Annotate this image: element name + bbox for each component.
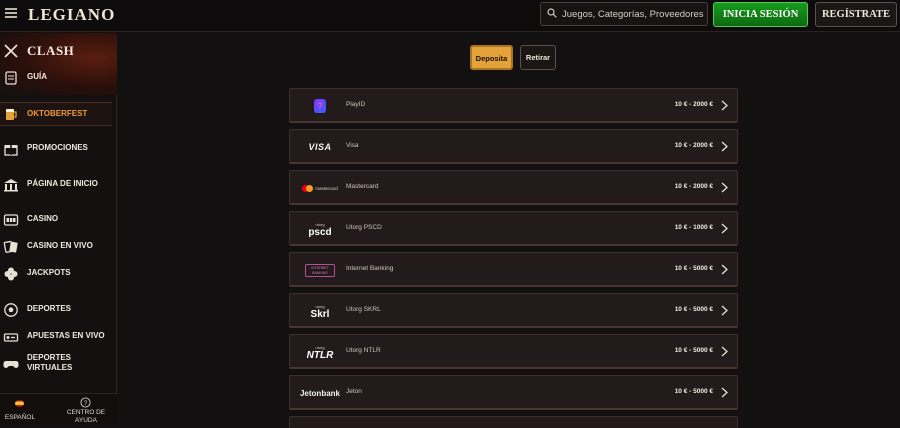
cashier-panel: Deposita Retirar ? PlayID 10 € - 2000 € …: [118, 33, 900, 428]
pscd-logo: utorg pscd: [308, 222, 332, 238]
gift-icon: [4, 145, 18, 156]
payment-method-mastercard[interactable]: mastercard Mastercard 10 € - 2000 €: [289, 170, 738, 205]
payment-method-name: PlayID: [346, 101, 366, 108]
beer-mug-icon: [6, 109, 17, 120]
payment-method-range: 10 € - 5000 €: [674, 347, 713, 354]
sidebar-item-jackpots[interactable]: JACKPOTS: [0, 263, 117, 285]
chevron-right-icon: [721, 182, 728, 193]
payment-method-name: Utorg PSCD: [346, 224, 382, 231]
payment-method-visa[interactable]: VISA Visa 10 € - 2000 €: [289, 129, 738, 164]
top-bar: LEGIANO INICIA SESIÓN REGÍSTRATE: [0, 0, 900, 32]
payment-method-name: Utorg NTLR: [346, 347, 381, 354]
payment-method-range: 10 € - 2000 €: [674, 183, 713, 190]
language-label: ESPAÑOL: [4, 414, 36, 421]
skrill-logo: utorg Skrl: [310, 304, 330, 320]
clover-icon: [4, 267, 18, 281]
sidebar-item-label: PROMOCIONES: [27, 143, 88, 152]
chevron-right-icon: [721, 141, 728, 152]
payment-method-playid[interactable]: ? PlayID 10 € - 2000 €: [289, 88, 738, 123]
payment-method-range: 10 € - 2000 €: [674, 142, 713, 149]
payment-method-jeton[interactable]: Jetonbank Jeton 10 € - 5000 €: [289, 375, 738, 410]
sidebar-item-inicio[interactable]: PÁGINA DE INICIO: [0, 174, 117, 196]
tab-withdraw[interactable]: Retirar: [520, 45, 556, 70]
payment-method-name: Jeton: [346, 388, 362, 395]
payment-method-next[interactable]: [289, 416, 738, 428]
sidebar-item-label: GUÍA: [27, 72, 47, 81]
sidebar-item-label: CASINO: [27, 214, 59, 223]
payment-method-range: 10 € - 5000 €: [674, 388, 713, 395]
help-center-label: CENTRO DE AYUDA: [66, 409, 106, 424]
mastercard-logo: mastercard: [298, 177, 342, 199]
sidebar-item-label: APUESTAS EN VIVO: [27, 331, 105, 340]
payment-method-name: Internet Banking: [346, 265, 394, 272]
neteller-logo: utorg NTLR: [306, 345, 334, 361]
login-button[interactable]: INICIA SESIÓN: [713, 2, 808, 27]
visa-logo: VISA: [308, 142, 332, 152]
payment-method-internet-banking[interactable]: INTERNET BANKING Internet Banking 10 € -…: [289, 252, 738, 287]
sidebar-item-casino[interactable]: CASINO: [0, 209, 117, 231]
payment-method-name: Mastercard: [346, 183, 379, 190]
sidebar-item-oktoberfest[interactable]: OKTOBERFEST: [0, 102, 112, 126]
tab-deposit[interactable]: Deposita: [470, 45, 513, 70]
payment-method-range: 10 € - 5000 €: [674, 265, 713, 272]
sidebar-item-guia[interactable]: GUÍA: [0, 67, 117, 89]
sidebar-footer: ESPAÑOL ? CENTRO DE AYUDA: [0, 393, 117, 424]
search-input[interactable]: [562, 6, 704, 22]
sidebar-item-promociones[interactable]: PROMOCIONES: [0, 138, 117, 160]
sidebar-item-deportes-virtuales[interactable]: DEPORTES VIRTUALES: [0, 353, 117, 377]
crossed-swords-icon: [4, 44, 18, 58]
chevron-right-icon: [721, 100, 728, 111]
language-selector[interactable]: ESPAÑOL: [0, 394, 40, 425]
internet-banking-logo: INTERNET BANKING: [298, 259, 342, 281]
sidebar-item-label: OKTOBERFEST: [27, 109, 88, 118]
soccer-ball-icon: [4, 303, 18, 317]
sidebar-item-deportes[interactable]: DEPORTES: [0, 299, 117, 321]
jetonbank-logo: Jetonbank: [299, 388, 340, 398]
chevron-right-icon: [721, 223, 728, 234]
payment-method-name: Visa: [346, 142, 359, 149]
chevron-right-icon: [721, 264, 728, 275]
payment-method-name: Utorg SKRL: [346, 306, 381, 313]
payment-method-utorg-skrl[interactable]: utorg Skrl Utorg SKRL 10 € - 5000 €: [289, 293, 738, 328]
building-icon: [4, 179, 18, 192]
sidebar-item-label: DEPORTES VIRTUALES: [27, 353, 73, 372]
sidebar-item-label: CASINO EN VIVO: [27, 241, 93, 250]
cards-icon: [3, 240, 18, 253]
scroll-icon: [5, 71, 17, 85]
site-logo[interactable]: LEGIANO: [28, 5, 115, 25]
chevron-right-icon: [721, 346, 728, 357]
playid-logo: ?: [298, 95, 342, 117]
help-center-link[interactable]: ? CENTRO DE AYUDA: [58, 394, 114, 425]
gamepad-icon: [3, 361, 19, 368]
sidebar-item-clash[interactable]: CLASH: [0, 37, 117, 59]
sidebar-item-label: JACKPOTS: [27, 268, 71, 277]
spain-flag-icon: [15, 400, 24, 407]
sidebar: CLASH GUÍA OKTOBERFEST PROMOCIONES PÁGIN…: [0, 33, 117, 424]
search-icon: [547, 8, 557, 18]
clash-title: CLASH: [27, 43, 75, 58]
chevron-right-icon: [721, 305, 728, 316]
payment-method-range: 10 € - 5000 €: [674, 306, 713, 313]
hamburger-menu-icon[interactable]: [5, 8, 17, 18]
payment-method-utorg-pscd[interactable]: utorg pscd Utorg PSCD 10 € - 1000 €: [289, 211, 738, 246]
live-bet-icon: [3, 333, 19, 342]
question-circle-icon: ?: [80, 397, 91, 408]
payment-method-range: 10 € - 2000 €: [674, 101, 713, 108]
chevron-right-icon: [721, 387, 728, 398]
sidebar-item-casino-en-vivo[interactable]: CASINO EN VIVO: [0, 236, 117, 258]
sidebar-item-label: PÁGINA DE INICIO: [27, 179, 98, 188]
slot-machine-icon: [3, 214, 19, 226]
search-box[interactable]: [540, 2, 708, 26]
svg-text:?: ?: [84, 400, 88, 407]
sidebar-item-label: DEPORTES: [27, 304, 72, 313]
register-button[interactable]: REGÍSTRATE: [815, 2, 897, 27]
payment-method-utorg-ntlr[interactable]: utorg NTLR Utorg NTLR 10 € - 5000 €: [289, 334, 738, 369]
sidebar-item-apuestas-en-vivo[interactable]: APUESTAS EN VIVO: [0, 326, 117, 348]
payment-method-range: 10 € - 1000 €: [674, 224, 713, 231]
